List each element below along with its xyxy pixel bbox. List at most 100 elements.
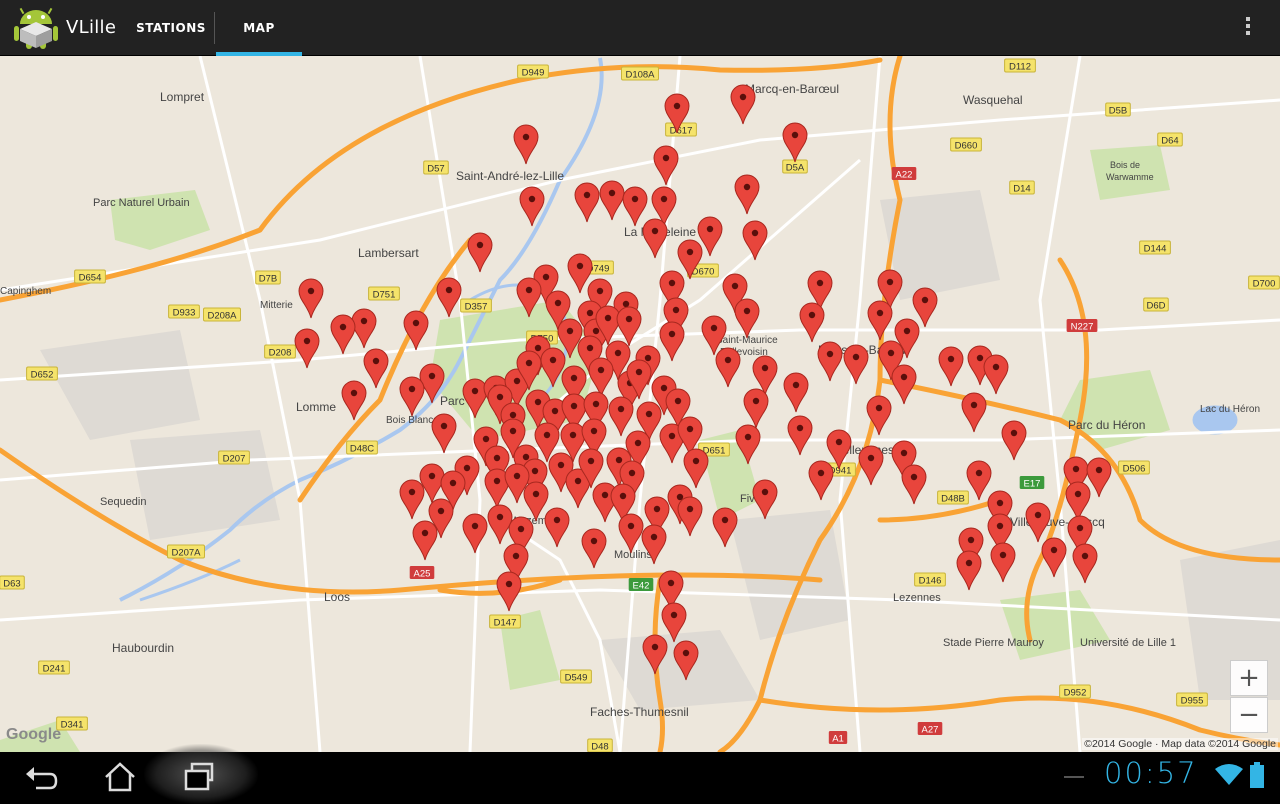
station-marker[interactable] (581, 528, 607, 569)
station-marker[interactable] (467, 232, 493, 273)
road-shield: D5B (1105, 102, 1131, 117)
action-bar: VLille STATIONS MAP (0, 0, 1280, 56)
road-shield: D6D (1143, 297, 1169, 312)
station-marker[interactable] (901, 464, 927, 505)
station-marker[interactable] (742, 220, 768, 261)
station-marker[interactable] (983, 354, 1009, 395)
road-shield: D617 (665, 122, 697, 137)
app-title: VLille (66, 17, 117, 38)
station-marker[interactable] (1086, 457, 1112, 498)
station-marker[interactable] (961, 392, 987, 433)
svg-text:D700: D700 (1253, 279, 1276, 290)
svg-text:Faches-Thumesnil: Faches-Thumesnil (590, 705, 689, 719)
svg-text:D955: D955 (1181, 696, 1204, 707)
station-marker[interactable] (330, 314, 356, 355)
station-marker[interactable] (487, 504, 513, 545)
map-view[interactable]: Marcq-en-Barœul Wasquehal Lompret Saint-… (0, 56, 1280, 752)
station-marker[interactable] (1072, 543, 1098, 584)
station-marker[interactable] (956, 550, 982, 591)
svg-text:Haubourdin: Haubourdin (112, 641, 174, 655)
station-marker[interactable] (1025, 502, 1051, 543)
road-shield: D57 (423, 160, 449, 175)
station-marker[interactable] (858, 445, 884, 486)
svg-text:Bois Blancs: Bois Blancs (386, 415, 438, 426)
station-marker[interactable] (1001, 420, 1027, 461)
station-marker[interactable] (683, 448, 709, 489)
svg-text:D341: D341 (61, 720, 84, 731)
station-marker[interactable] (712, 507, 738, 548)
station-marker[interactable] (990, 542, 1016, 583)
station-marker[interactable] (938, 346, 964, 387)
station-marker[interactable] (622, 186, 648, 227)
road-shield: D112 (1004, 58, 1036, 73)
svg-text:Wasquehal: Wasquehal (963, 93, 1023, 107)
android-icon[interactable] (14, 4, 58, 50)
station-marker[interactable] (419, 463, 445, 504)
station-marker[interactable] (715, 347, 741, 388)
station-marker[interactable] (298, 278, 324, 319)
svg-text:D949: D949 (522, 68, 545, 79)
station-marker[interactable] (659, 321, 685, 362)
station-marker[interactable] (351, 308, 377, 349)
road-shield: D660 (950, 137, 982, 152)
station-marker[interactable] (730, 84, 756, 125)
svg-text:D652: D652 (31, 370, 54, 381)
station-marker[interactable] (544, 507, 570, 548)
back-icon[interactable] (20, 760, 60, 794)
road-shield: D933 (168, 304, 200, 319)
tab-map[interactable]: MAP (216, 0, 302, 56)
station-marker[interactable] (752, 479, 778, 520)
station-marker[interactable] (912, 287, 938, 328)
zoom-in-button[interactable]: + (1230, 660, 1268, 696)
svg-text:N227: N227 (1071, 322, 1094, 333)
road-shield: D955 (1176, 692, 1208, 707)
station-marker[interactable] (462, 513, 488, 554)
station-marker[interactable] (363, 348, 389, 389)
station-marker[interactable] (782, 122, 808, 163)
station-marker[interactable] (399, 479, 425, 520)
station-marker[interactable] (574, 182, 600, 223)
svg-text:D506: D506 (1123, 464, 1146, 475)
station-marker[interactable] (403, 310, 429, 351)
station-marker[interactable] (966, 460, 992, 501)
tab-stations[interactable]: STATIONS (128, 0, 214, 56)
home-icon[interactable] (100, 760, 140, 794)
svg-text:Parc Naturel Urbain: Parc Naturel Urbain (93, 197, 190, 209)
road-shield: D7B (255, 270, 281, 285)
station-marker[interactable] (783, 372, 809, 413)
station-marker[interactable] (817, 341, 843, 382)
svg-text:D241: D241 (43, 664, 66, 675)
station-marker[interactable] (431, 413, 457, 454)
station-marker[interactable] (743, 388, 769, 429)
overflow-menu-icon[interactable] (1236, 14, 1260, 42)
station-marker[interactable] (341, 380, 367, 421)
svg-text:Moulins: Moulins (614, 549, 652, 561)
svg-text:Parc du Héron: Parc du Héron (1068, 418, 1145, 432)
road-shield: A27 (917, 722, 943, 736)
station-marker[interactable] (787, 415, 813, 456)
recents-icon[interactable] (180, 760, 220, 794)
station-marker[interactable] (808, 460, 834, 501)
station-marker[interactable] (1041, 537, 1067, 578)
station-marker[interactable] (412, 520, 438, 561)
station-marker[interactable] (734, 174, 760, 215)
station-marker[interactable] (599, 180, 625, 221)
tab-divider (214, 12, 215, 44)
station-marker[interactable] (436, 277, 462, 318)
station-marker[interactable] (891, 364, 917, 405)
station-marker[interactable] (867, 300, 893, 341)
station-marker[interactable] (588, 357, 614, 398)
station-marker[interactable] (799, 302, 825, 343)
station-marker[interactable] (653, 145, 679, 186)
zoom-out-button[interactable]: − (1230, 697, 1268, 733)
station-marker[interactable] (608, 396, 634, 437)
svg-text:Lac du Héron: Lac du Héron (1200, 404, 1260, 415)
svg-text:Loos: Loos (324, 590, 350, 604)
station-marker[interactable] (513, 124, 539, 165)
station-marker[interactable] (618, 513, 644, 554)
station-marker[interactable] (677, 496, 703, 537)
road-shield: D952 (1059, 684, 1091, 699)
station-marker[interactable] (496, 571, 522, 612)
station-marker[interactable] (294, 328, 320, 369)
station-marker[interactable] (843, 344, 869, 385)
